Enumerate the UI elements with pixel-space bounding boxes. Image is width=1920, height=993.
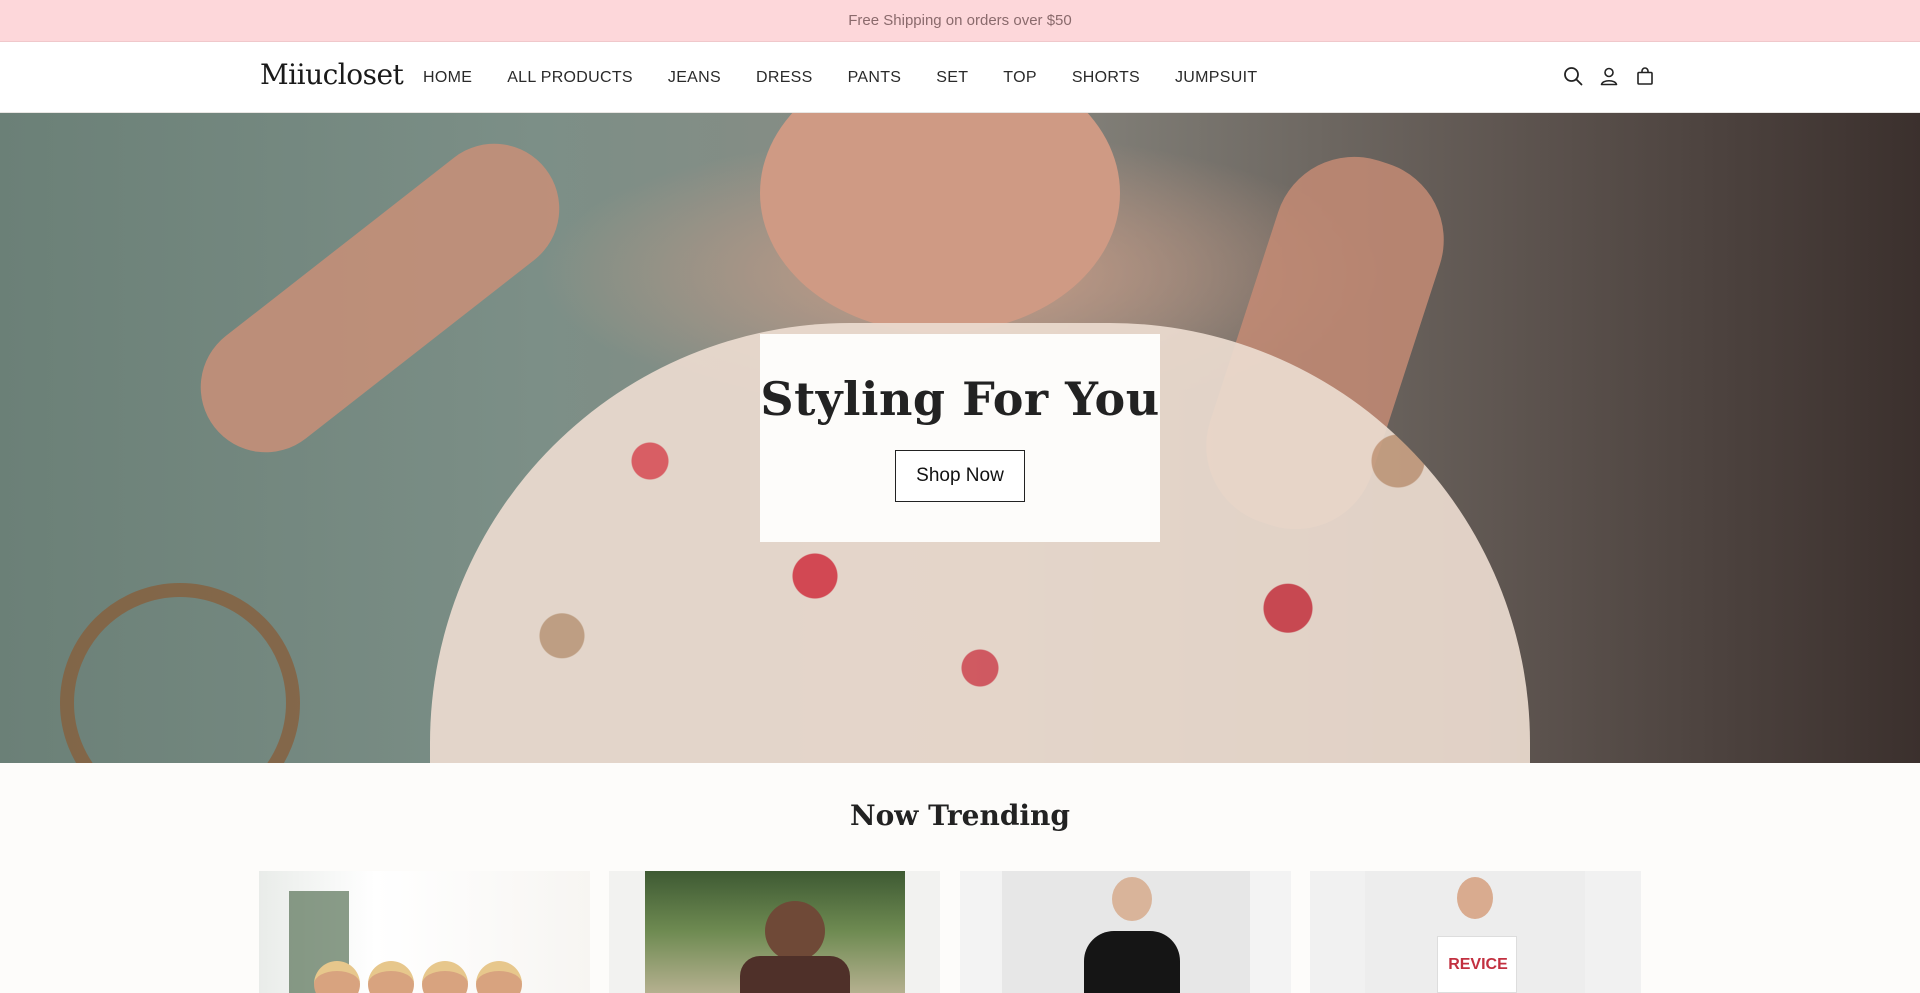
product-image[interactable]: REVICE <box>1365 871 1585 993</box>
shop-now-button[interactable]: Shop Now <box>895 450 1025 502</box>
main-nav: HOME ALL PRODUCTS JEANS DRESS PANTS SET … <box>423 42 1292 113</box>
nav-item-all-products[interactable]: ALL PRODUCTS <box>507 69 633 87</box>
nav-item-jeans[interactable]: JEANS <box>668 69 721 87</box>
product-card[interactable] <box>259 871 590 993</box>
product-print-text: REVICE <box>1448 956 1508 973</box>
product-card[interactable]: REVICE <box>1310 871 1641 993</box>
header-icons <box>1562 65 1656 87</box>
hero-card: Styling For You Shop Now <box>760 334 1160 542</box>
cart-icon[interactable] <box>1634 65 1656 87</box>
nav-item-jumpsuit[interactable]: JUMPSUIT <box>1175 69 1257 87</box>
nav-item-dress[interactable]: DRESS <box>756 69 813 87</box>
product-card[interactable] <box>609 871 940 993</box>
trending-products: REVICE <box>259 871 1641 993</box>
product-image[interactable] <box>259 871 590 993</box>
hero-image-face <box>760 113 1120 333</box>
hero-title: Styling For You <box>760 372 1160 426</box>
announcement-bar: Free Shipping on orders over $50 <box>0 0 1920 42</box>
announcement-text: Free Shipping on orders over $50 <box>848 12 1072 29</box>
product-image[interactable] <box>1002 871 1250 993</box>
site-logo[interactable]: Miiucloset <box>260 58 404 91</box>
hero-image-chair <box>60 583 300 763</box>
account-icon[interactable] <box>1598 65 1620 87</box>
nav-item-pants[interactable]: PANTS <box>848 69 902 87</box>
nav-item-top[interactable]: TOP <box>1003 69 1037 87</box>
product-card[interactable] <box>960 871 1291 993</box>
nav-item-home[interactable]: HOME <box>423 69 472 87</box>
nav-item-set[interactable]: SET <box>936 69 968 87</box>
hero-banner: Styling For You Shop Now <box>0 113 1920 763</box>
trending-title: Now Trending <box>850 799 1070 832</box>
nav-item-shorts[interactable]: SHORTS <box>1072 69 1140 87</box>
search-icon[interactable] <box>1562 65 1584 87</box>
hero-image-arm <box>174 117 586 479</box>
product-image[interactable] <box>645 871 905 993</box>
site-header: Miiucloset HOME ALL PRODUCTS JEANS DRESS… <box>0 42 1920 113</box>
